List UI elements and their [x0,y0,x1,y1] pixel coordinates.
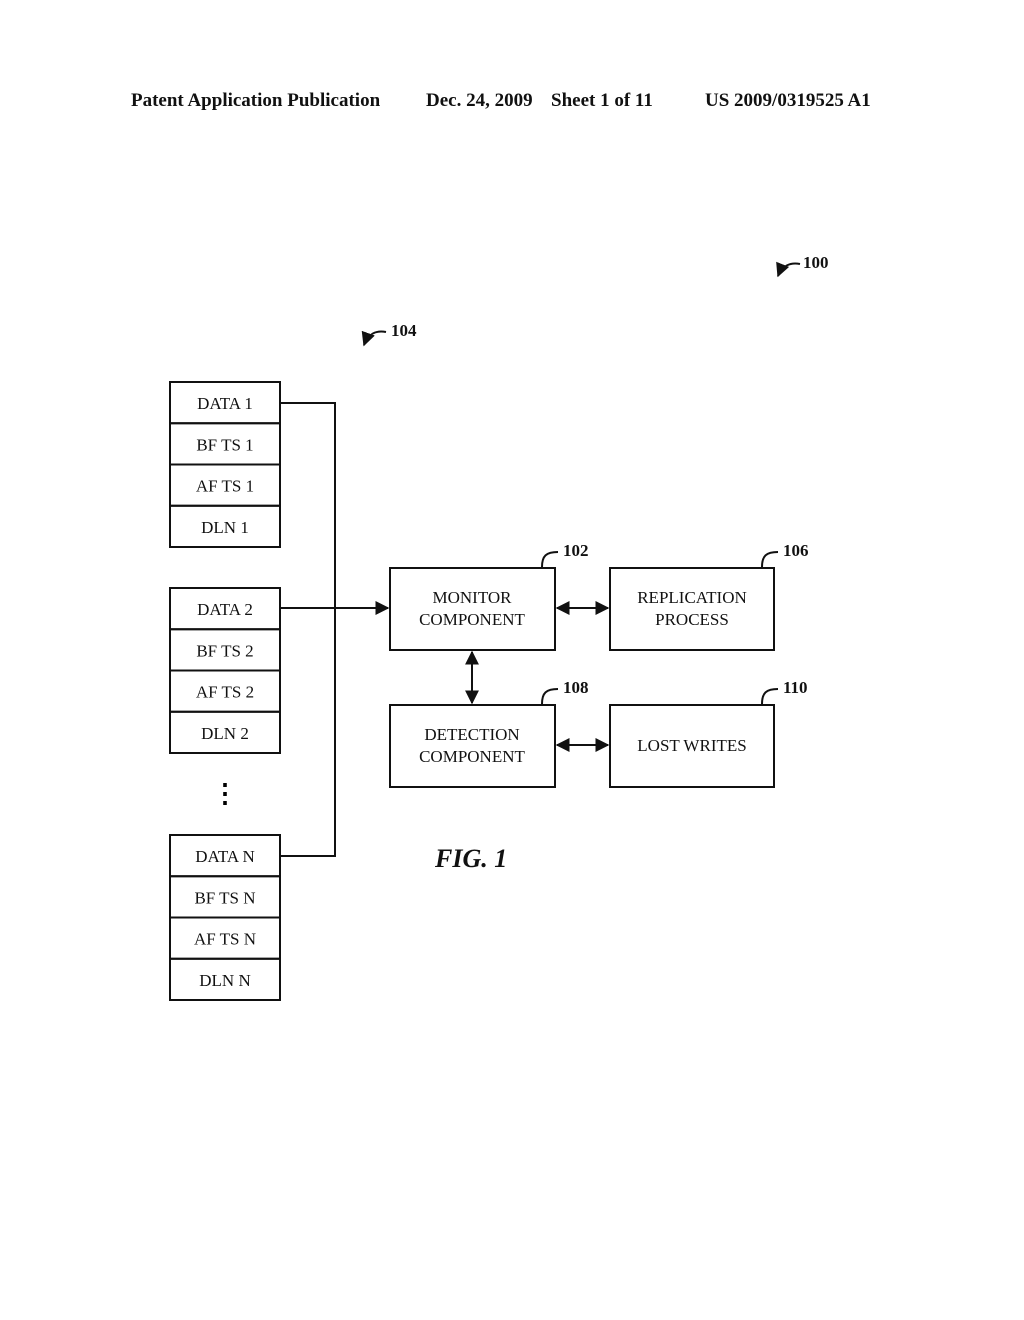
ref-100-label: 100 [776,253,829,278]
stack-cell-label: DLN 1 [201,518,249,537]
ellipsis-icon: ⋮ [212,779,238,808]
ref-106: 106 [783,541,809,560]
stack-cell-label: AF TS 1 [196,477,254,496]
data-stack-1: DATA 1 BF TS 1 AF TS 1 DLN 1 [169,381,281,548]
lost-writes-line-1: LOST WRITES [637,736,746,755]
replication-line-2: PROCESS [655,610,729,629]
replication-process: REPLICATION PROCESS 106 [609,541,809,651]
detection-component: DETECTION COMPONENT 108 [389,678,589,788]
monitor-component: MONITOR COMPONENT 102 [389,541,589,651]
figure-diagram: 100 104 DATA 1 BF TS 1 AF TS 1 DLN 1 DATA 2 B… [169,253,829,1001]
monitor-line-1: MONITOR [432,588,512,607]
monitor-line-2: COMPONENT [419,610,525,629]
data-stack-2: DATA 2 BF TS 2 AF TS 2 DLN 2 [169,587,281,754]
ref-104-label: 104 [361,321,417,347]
stack-cell-label: BF TS 1 [196,435,253,454]
stack-cell-label: AF TS 2 [196,683,254,702]
stack-cell-label: DATA N [195,847,255,866]
stack-cell-label: DATA 1 [197,394,253,413]
detection-line-2: COMPONENT [419,747,525,766]
data-bus [280,402,390,857]
data-stack-3: DATA N BF TS N AF TS N DLN N [169,834,281,1001]
ref-102: 102 [563,541,589,560]
ref-100-text: 100 [803,253,829,272]
stack-cell-label: AF TS N [194,930,256,949]
stack-cell-label: DATA 2 [197,600,253,619]
lost-writes: LOST WRITES 110 [609,678,808,788]
stack-cell-label: BF TS N [194,888,255,907]
ref-108: 108 [563,678,589,697]
figure-label: FIG. 1 [434,844,507,873]
ref-110: 110 [783,678,808,697]
replication-line-1: REPLICATION [637,588,747,607]
stack-cell-label: DLN N [199,971,250,990]
detection-line-1: DETECTION [424,725,519,744]
stack-cell-label: BF TS 2 [196,641,253,660]
ref-104-text: 104 [391,321,417,340]
stack-cell-label: DLN 2 [201,724,249,743]
